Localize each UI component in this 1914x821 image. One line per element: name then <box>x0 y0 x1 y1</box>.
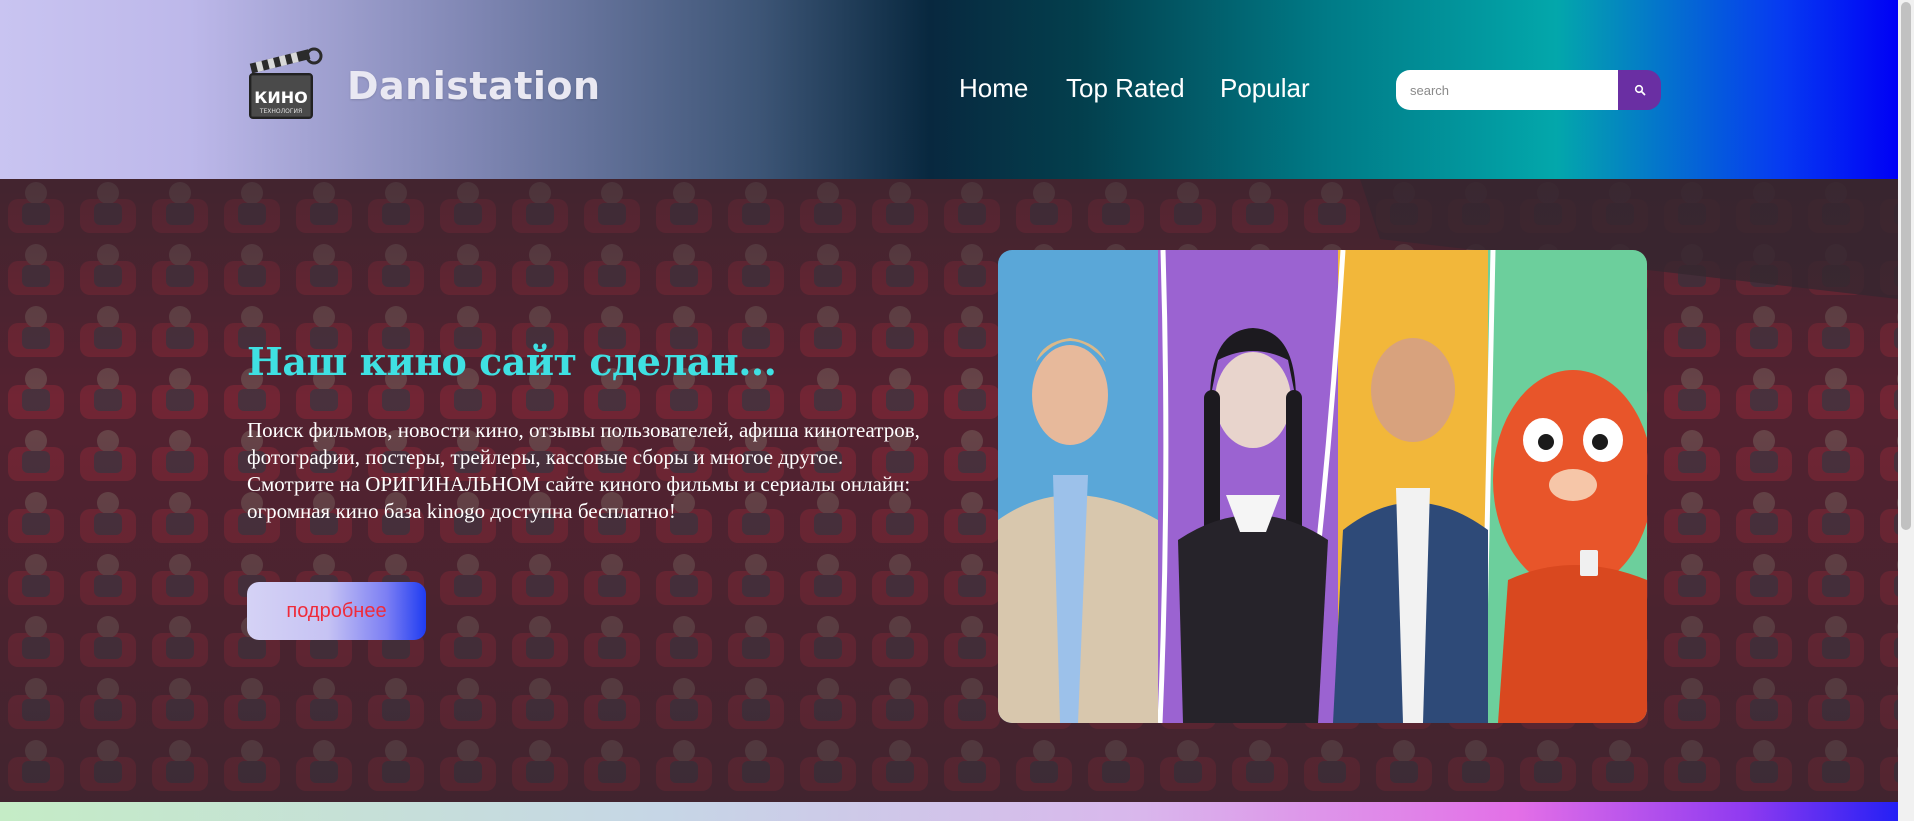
movie-collage-image[interactable] <box>998 250 1647 723</box>
clapperboard-icon[interactable]: КИНО ТЕХНОЛОГИЯ <box>246 44 328 126</box>
hero-paragraph: Поиск фильмов, новости кино, отзывы поль… <box>247 418 920 469</box>
logo-subtext: ТЕХНОЛОГИЯ <box>259 108 302 115</box>
scrollbar-thumb[interactable] <box>1901 2 1911 530</box>
nav-top-rated[interactable]: Top Rated <box>1066 73 1185 104</box>
brand-name[interactable]: Danistation <box>347 64 601 108</box>
hero-description: Поиск фильмов, новости кино, отзывы поль… <box>247 417 957 525</box>
search-button[interactable] <box>1618 70 1661 110</box>
nav-popular[interactable]: Popular <box>1220 73 1310 104</box>
vertical-scrollbar[interactable] <box>1898 0 1914 821</box>
hero-section: Наш кино сайт сделан... Поиск фильмов, н… <box>0 179 1898 802</box>
hero-paragraph: Смотрите на ОРИГИНАЛЬНОМ сайте киного фи… <box>247 472 911 523</box>
nav-home[interactable]: Home <box>959 73 1028 104</box>
search-icon <box>1634 84 1645 96</box>
search-input[interactable] <box>1396 70 1618 110</box>
search-bar <box>1396 70 1661 110</box>
site-header: КИНО ТЕХНОЛОГИЯ Danistation Home Top Rat… <box>0 0 1898 179</box>
footer-gradient-strip <box>0 802 1898 821</box>
logo-text: КИНО <box>254 88 307 107</box>
more-button[interactable]: подробнее <box>247 582 426 640</box>
hero-title: Наш кино сайт сделан... <box>247 339 777 384</box>
